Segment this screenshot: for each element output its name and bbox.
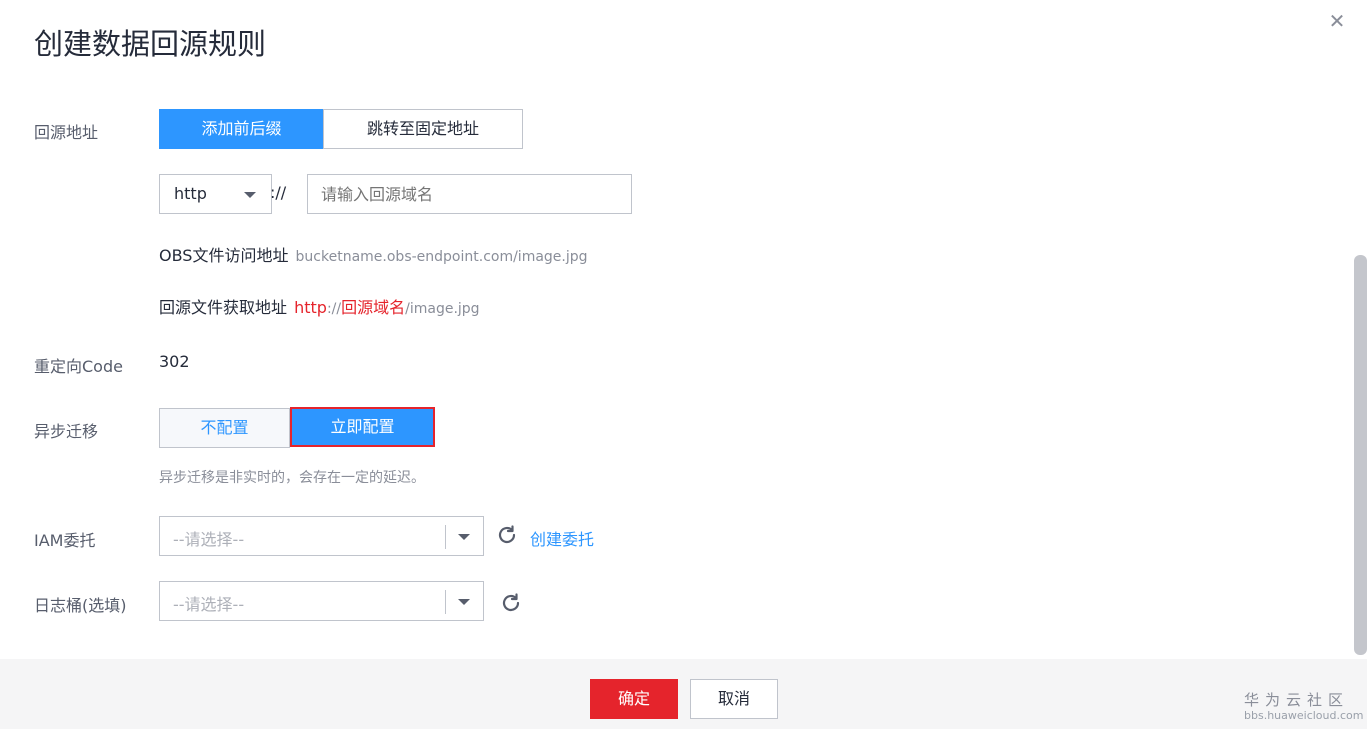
source-address-label: 回源地址 (34, 123, 99, 142)
dialog-title: 创建数据回源规则 (34, 27, 267, 61)
log-bucket-select[interactable]: --请选择-- (159, 581, 484, 621)
origin-domain-input[interactable] (307, 174, 632, 214)
iam-label: IAM委托 (34, 531, 96, 550)
tab-redirect-fixed-address[interactable]: 跳转至固定地址 (323, 109, 523, 149)
select-divider (445, 590, 446, 614)
protocol-separator: :// (270, 183, 287, 202)
tab-add-prefix-suffix[interactable]: 添加前后缀 (159, 109, 324, 149)
protocol-select-value: http (174, 184, 207, 203)
dialog-footer (0, 659, 1367, 729)
fetch-address-row: 回源文件获取地址 http://回源域名/image.jpg (159, 294, 480, 318)
obs-address-row: OBS文件访问地址 bucketname.obs-endpoint.com/im… (159, 242, 588, 266)
chevron-down-icon (458, 599, 470, 605)
fetch-path: /image.jpg (405, 301, 480, 317)
iam-select[interactable]: --请选择-- (159, 516, 484, 556)
cancel-button[interactable]: 取消 (690, 679, 778, 719)
create-delegation-link[interactable]: 创建委托 (530, 526, 594, 550)
redirect-code-label: 重定向Code (34, 357, 123, 376)
option-no-config[interactable]: 不配置 (159, 408, 290, 448)
obs-address-label: OBS文件访问地址 (159, 246, 289, 265)
fetch-separator: :// (326, 301, 342, 317)
option-config-now[interactable]: 立即配置 (290, 407, 435, 447)
obs-address-example: bucketname.obs-endpoint.com/image.jpg (295, 249, 588, 265)
confirm-button[interactable]: 确定 (590, 679, 678, 719)
protocol-select[interactable]: http (159, 174, 272, 214)
fetch-domain: 回源域名 (341, 298, 406, 317)
refresh-icon[interactable] (499, 591, 523, 615)
watermark-url: bbs.huaweicloud.com (1244, 709, 1364, 722)
log-bucket-label: 日志桶(选填) (34, 596, 127, 615)
chevron-down-icon (458, 534, 470, 540)
async-migration-label: 异步迁移 (34, 422, 99, 441)
select-divider (445, 525, 446, 549)
iam-select-placeholder: --请选择-- (173, 530, 245, 549)
fetch-protocol: http (294, 298, 327, 317)
watermark-title: 华为云社区 (1244, 691, 1350, 709)
chevron-down-icon (244, 192, 256, 198)
close-icon[interactable]: ✕ (1326, 10, 1348, 32)
scrollbar[interactable] (1354, 255, 1367, 655)
redirect-code-value: 302 (159, 352, 190, 371)
log-bucket-select-placeholder: --请选择-- (173, 595, 245, 614)
refresh-icon[interactable] (495, 523, 519, 547)
fetch-address-label: 回源文件获取地址 (159, 298, 288, 317)
async-migration-hint: 异步迁移是非实时的，会存在一定的延迟。 (159, 470, 425, 486)
